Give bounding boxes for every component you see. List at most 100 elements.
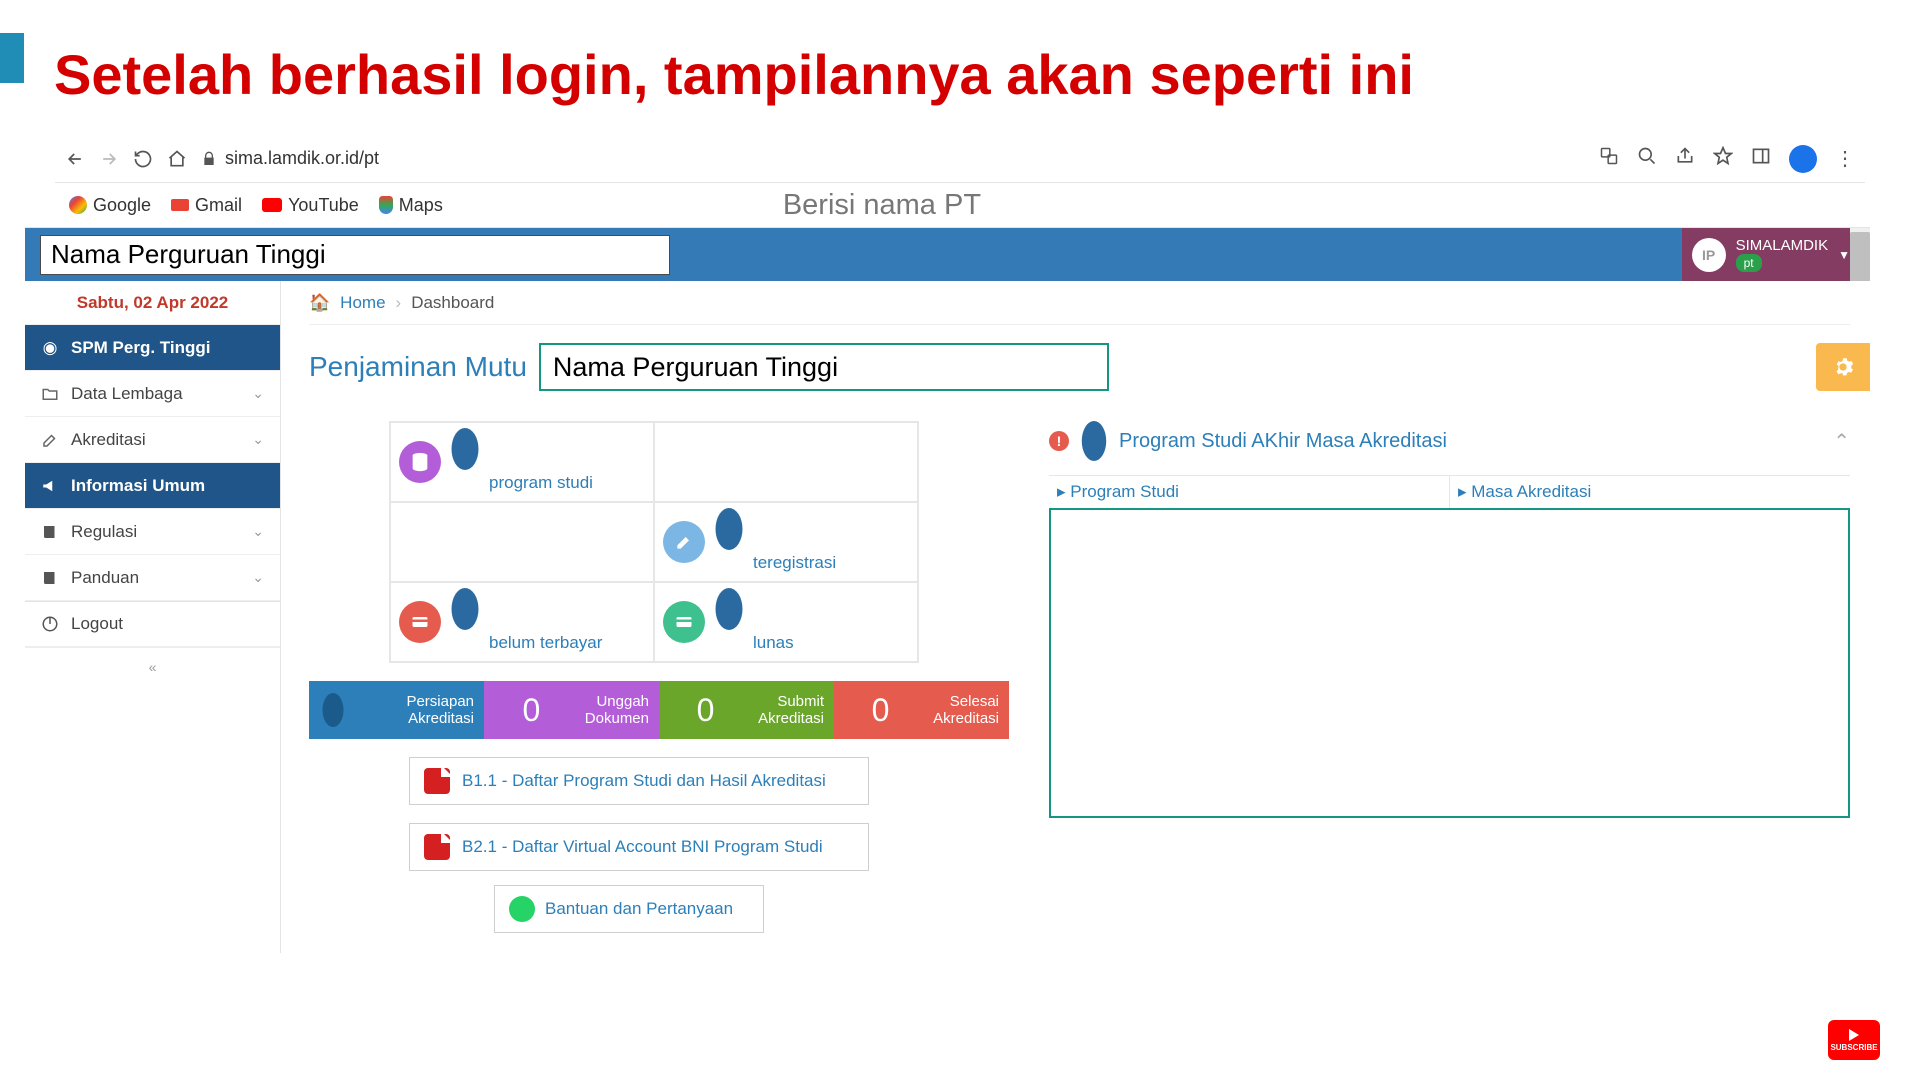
chevron-down-icon: ⌄ <box>252 523 264 540</box>
share-icon[interactable] <box>1675 146 1695 171</box>
lock-icon <box>201 151 217 167</box>
stat-teregistrasi[interactable]: teregistrasi <box>654 502 918 582</box>
bookmark-gmail[interactable]: Gmail <box>171 195 242 216</box>
slide-accent-bar <box>0 33 24 83</box>
browser-toolbar: sima.lamdik.or.id/pt ⋮ <box>55 135 1865 183</box>
stat-lunas[interactable]: lunas <box>654 582 918 662</box>
panel-title: Program Studi AKhir Masa Akreditasi <box>1119 430 1447 453</box>
sidebar-item-label: Regulasi <box>71 522 137 542</box>
main-content: 🏠 Home › Dashboard Penjaminan Mutu Nama … <box>281 281 1870 953</box>
sidebar-item-label: Informasi Umum <box>71 476 205 496</box>
megaphone-icon <box>41 477 59 495</box>
stat-belum-terbayar[interactable]: belum terbayar <box>390 582 654 662</box>
settings-button[interactable] <box>1816 343 1870 391</box>
sidebar-item-panduan[interactable]: Panduan ⌄ <box>25 555 280 601</box>
sidebar-item-label: Logout <box>71 614 123 634</box>
sidebar-item-logout[interactable]: Logout <box>25 601 280 647</box>
sidebar-item-informasi[interactable]: Informasi Umum <box>25 463 280 509</box>
youtube-subscribe-badge[interactable]: SUBSCRIBE <box>1828 1020 1880 1060</box>
sidebar-collapse-button[interactable]: « <box>25 647 280 685</box>
panel-table-header: ▸ Program Studi ▸ Masa Akreditasi <box>1049 475 1850 508</box>
slide-heading: Setelah berhasil login, tampilannya akan… <box>54 0 1414 107</box>
chevron-down-icon: ▼ <box>1838 248 1850 262</box>
status-unggah[interactable]: 0 UnggahDokumen <box>484 681 659 739</box>
count-marker <box>452 588 479 630</box>
count-marker <box>716 588 743 630</box>
user-menu[interactable]: IP SIMALAMDIK pt ▼ <box>1682 228 1870 281</box>
translate-icon[interactable] <box>1599 146 1619 171</box>
chevron-down-icon: ⌄ <box>252 385 264 402</box>
status-submit[interactable]: 0 SubmitAkreditasi <box>659 681 834 739</box>
book-icon <box>41 523 59 541</box>
sidebar-item-akreditasi[interactable]: Akreditasi ⌄ <box>25 417 280 463</box>
alert-icon: ! <box>1049 431 1069 451</box>
bookmarks-bar: Google Gmail YouTube Maps Berisi nama PT <box>55 183 1865 227</box>
doc-link-label: B2.1 - Daftar Virtual Account BNI Progra… <box>462 837 823 857</box>
app-header: Nama Perguruan Tinggi IP SIMALAMDIK pt ▼ <box>25 228 1870 281</box>
database-icon <box>399 441 441 483</box>
sidebar: Sabtu, 02 Apr 2022 ◉ SPM Perg. Tinggi Da… <box>25 281 281 953</box>
home-icon: 🏠 <box>309 293 330 313</box>
app-window: Nama Perguruan Tinggi IP SIMALAMDIK pt ▼… <box>25 227 1870 953</box>
chrome-menu-button[interactable]: ⋮ <box>1835 146 1855 171</box>
column-masa-akreditasi[interactable]: ▸ Masa Akreditasi <box>1449 475 1850 508</box>
user-role-badge: pt <box>1736 254 1762 272</box>
chevron-up-icon[interactable]: ⌃ <box>1833 429 1850 454</box>
power-icon <box>41 615 59 633</box>
column-program-studi[interactable]: ▸ Program Studi <box>1049 475 1449 508</box>
panel-heading: ! Program Studi AKhir Masa Akreditasi ⌃ <box>1049 421 1850 461</box>
youtube-icon <box>262 198 282 212</box>
sidebar-item-label: Panduan <box>71 568 139 588</box>
bookmark-maps[interactable]: Maps <box>379 195 443 216</box>
doc-link-b11[interactable]: B1.1 - Daftar Program Studi dan Hasil Ak… <box>409 757 869 805</box>
stat-label: teregistrasi <box>753 553 836 573</box>
page-title-prefix: Penjaminan Mutu <box>309 351 527 383</box>
bookmark-google[interactable]: Google <box>69 195 151 216</box>
stat-label: belum terbayar <box>489 633 602 653</box>
sidebar-item-label: Akreditasi <box>71 430 146 450</box>
status-selesai[interactable]: 0 SelesaiAkreditasi <box>834 681 1009 739</box>
back-button[interactable] <box>65 149 85 169</box>
star-icon[interactable] <box>1713 146 1733 171</box>
breadcrumb-current: Dashboard <box>411 293 494 313</box>
status-count: 0 <box>872 692 890 729</box>
pdf-icon <box>424 834 450 860</box>
breadcrumb-home[interactable]: Home <box>340 293 385 313</box>
whatsapp-icon <box>509 896 535 922</box>
google-icon <box>69 196 87 214</box>
profile-avatar[interactable] <box>1789 145 1817 173</box>
bookmark-youtube[interactable]: YouTube <box>262 195 359 216</box>
chevron-down-icon: ⌄ <box>252 569 264 586</box>
doc-link-b21[interactable]: B2.1 - Daftar Virtual Account BNI Progra… <box>409 823 869 871</box>
stat-label: lunas <box>753 633 794 653</box>
home-button[interactable] <box>167 149 187 169</box>
annotation-label: Berisi nama PT <box>783 189 981 222</box>
sidebar-item-data-lembaga[interactable]: Data Lembaga ⌄ <box>25 371 280 417</box>
page-title-box: Nama Perguruan Tinggi <box>539 343 1109 391</box>
count-marker <box>1082 421 1106 461</box>
maps-icon <box>379 196 393 214</box>
folder-icon <box>41 385 59 403</box>
chevron-down-icon: ⌄ <box>252 431 264 448</box>
zoom-icon[interactable] <box>1637 146 1657 171</box>
breadcrumb: 🏠 Home › Dashboard <box>309 281 1850 325</box>
doc-link-label: B1.1 - Daftar Program Studi dan Hasil Ak… <box>462 771 826 791</box>
status-persiapan[interactable]: PersiapanAkreditasi <box>309 681 484 739</box>
sidebar-item-spm[interactable]: ◉ SPM Perg. Tinggi <box>25 325 280 371</box>
user-name: SIMALAMDIK <box>1736 238 1829 254</box>
pdf-icon <box>424 768 450 794</box>
sidebar-item-label: SPM Perg. Tinggi <box>71 338 210 358</box>
pt-name-heading: Nama Perguruan Tinggi <box>40 235 670 275</box>
reload-button[interactable] <box>133 149 153 169</box>
book-icon <box>41 569 59 587</box>
url-text: sima.lamdik.or.id/pt <box>225 148 379 169</box>
panel-empty-body <box>1049 508 1850 818</box>
url-bar[interactable]: sima.lamdik.or.id/pt <box>201 148 379 169</box>
dashboard-icon: ◉ <box>41 339 59 357</box>
stat-program-studi[interactable]: program studi <box>390 422 654 502</box>
sidepanel-icon[interactable] <box>1751 146 1771 171</box>
forward-button[interactable] <box>99 149 119 169</box>
sidebar-item-regulasi[interactable]: Regulasi ⌄ <box>25 509 280 555</box>
help-whatsapp-link[interactable]: Bantuan dan Pertanyaan <box>494 885 764 933</box>
count-marker <box>452 428 479 470</box>
